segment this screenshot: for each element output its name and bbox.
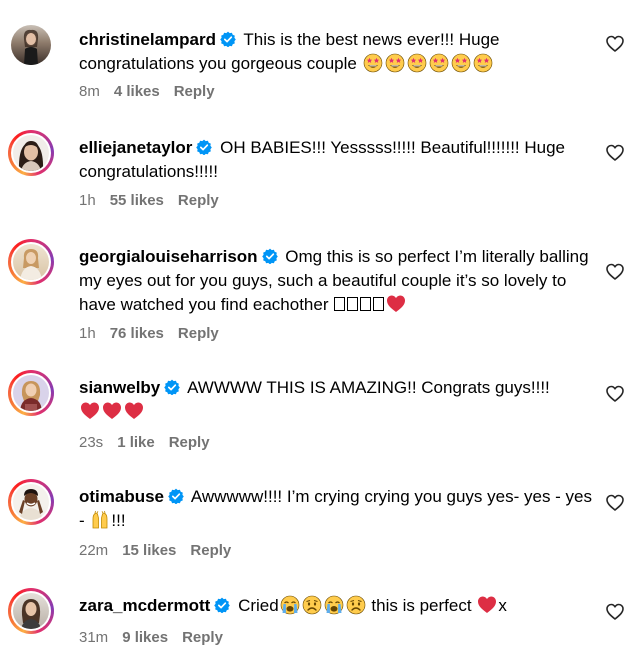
avatar[interactable] [8, 588, 54, 634]
reply-button[interactable]: Reply [182, 629, 223, 646]
star-struck-emoji-icon [429, 53, 449, 73]
comment-text-end: !!! [111, 511, 126, 530]
comment-likes[interactable]: 15 likes [122, 542, 176, 559]
comment-sianwelby: sianwelby AWWWW THIS IS AMAZING!! Congra… [0, 370, 634, 470]
red-heart-emoji-icon [103, 402, 121, 419]
comment-text: Cried [238, 596, 279, 615]
avatar-photo [11, 25, 51, 65]
verified-badge-icon [164, 379, 181, 395]
comment-likes[interactable]: 76 likes [110, 325, 164, 342]
avatar[interactable] [8, 479, 54, 525]
verified-badge-icon [196, 139, 213, 155]
emoji-group [79, 402, 145, 421]
like-heart-icon[interactable] [606, 494, 624, 512]
comment-time: 8m [79, 83, 100, 100]
reply-button[interactable]: Reply [169, 434, 210, 451]
star-struck-emoji-icon [385, 53, 405, 73]
star-struck-emoji-icon [473, 53, 493, 73]
reply-button[interactable]: Reply [174, 83, 215, 100]
verified-badge-icon [214, 597, 231, 613]
comment-time: 1h [79, 192, 96, 209]
avatar[interactable] [8, 370, 54, 416]
comment-likes[interactable]: 55 likes [110, 192, 164, 209]
comment-likes[interactable]: 1 like [117, 434, 155, 451]
comment-christinelampard: christinelampard This is the best news e… [0, 22, 634, 122]
verified-badge-icon [168, 488, 185, 504]
reply-button[interactable]: Reply [190, 542, 231, 559]
star-struck-emoji-icon [363, 53, 383, 73]
raised-hands-emoji-icon [90, 510, 111, 530]
comment-time: 22m [79, 542, 109, 559]
comment-username[interactable]: christinelampard [79, 30, 216, 49]
emoji-group [362, 53, 494, 73]
like-heart-icon[interactable] [606, 35, 624, 53]
comment-elliejanetaylor: elliejanetaylor OH BABIES!!! Yesssss!!!!… [0, 130, 634, 230]
avatar[interactable] [8, 130, 54, 176]
red-heart-emoji-icon [387, 295, 406, 312]
reply-button[interactable]: Reply [178, 192, 219, 209]
worried-emoji-icon [301, 595, 322, 615]
comment-time: 23s [79, 434, 104, 451]
avatar-photo [13, 484, 49, 520]
like-heart-icon[interactable] [606, 144, 624, 162]
comment-username[interactable]: otimabuse [79, 487, 164, 506]
crying-emoji-icon [280, 595, 300, 615]
crying-emoji-icon [324, 595, 344, 615]
comment-username[interactable]: sianwelby [79, 378, 160, 397]
comment-likes[interactable]: 9 likes [122, 629, 168, 646]
comment-georgialouiseharrison: georgialouiseharrison Omg this is so per… [0, 239, 634, 359]
comment-username[interactable]: elliejanetaylor [79, 138, 192, 157]
star-struck-emoji-icon [407, 53, 427, 73]
verified-badge-icon [220, 31, 236, 47]
comment-likes[interactable]: 4 likes [114, 83, 160, 100]
like-heart-icon[interactable] [606, 385, 624, 403]
comment-time: 31m [79, 629, 109, 646]
comment-text-mid: this is perfect [371, 596, 472, 615]
star-struck-emoji-icon [451, 53, 471, 73]
avatar-photo [13, 593, 49, 629]
red-heart-emoji-icon [478, 596, 497, 613]
avatar-photo [13, 135, 49, 171]
comment-text-end: x [498, 596, 507, 615]
comment-time: 1h [79, 325, 96, 342]
avatar[interactable] [8, 239, 54, 285]
like-heart-icon[interactable] [606, 263, 624, 281]
avatar-photo [13, 244, 49, 280]
like-heart-icon[interactable] [606, 603, 624, 621]
avatar-photo [13, 375, 49, 411]
worried-emoji-icon [345, 595, 366, 615]
comment-zara_mcdermott: zara_mcdermott Cried this is perfect x 3… [0, 588, 634, 663]
comment-text: AWWWW THIS IS AMAZING!! Congrats guys!!!… [187, 378, 550, 397]
comment-username[interactable]: zara_mcdermott [79, 596, 210, 615]
red-heart-emoji-icon [125, 402, 143, 419]
reply-button[interactable]: Reply [178, 325, 219, 342]
comment-username[interactable]: georgialouiseharrison [79, 247, 258, 266]
verified-badge-icon [261, 248, 278, 264]
red-heart-emoji-icon [81, 402, 99, 419]
unrendered-emoji-glyphs [333, 295, 385, 314]
comment-otimabuse: otimabuse Awwwww!!!! I’m crying crying y… [0, 479, 634, 579]
avatar[interactable] [8, 22, 54, 68]
